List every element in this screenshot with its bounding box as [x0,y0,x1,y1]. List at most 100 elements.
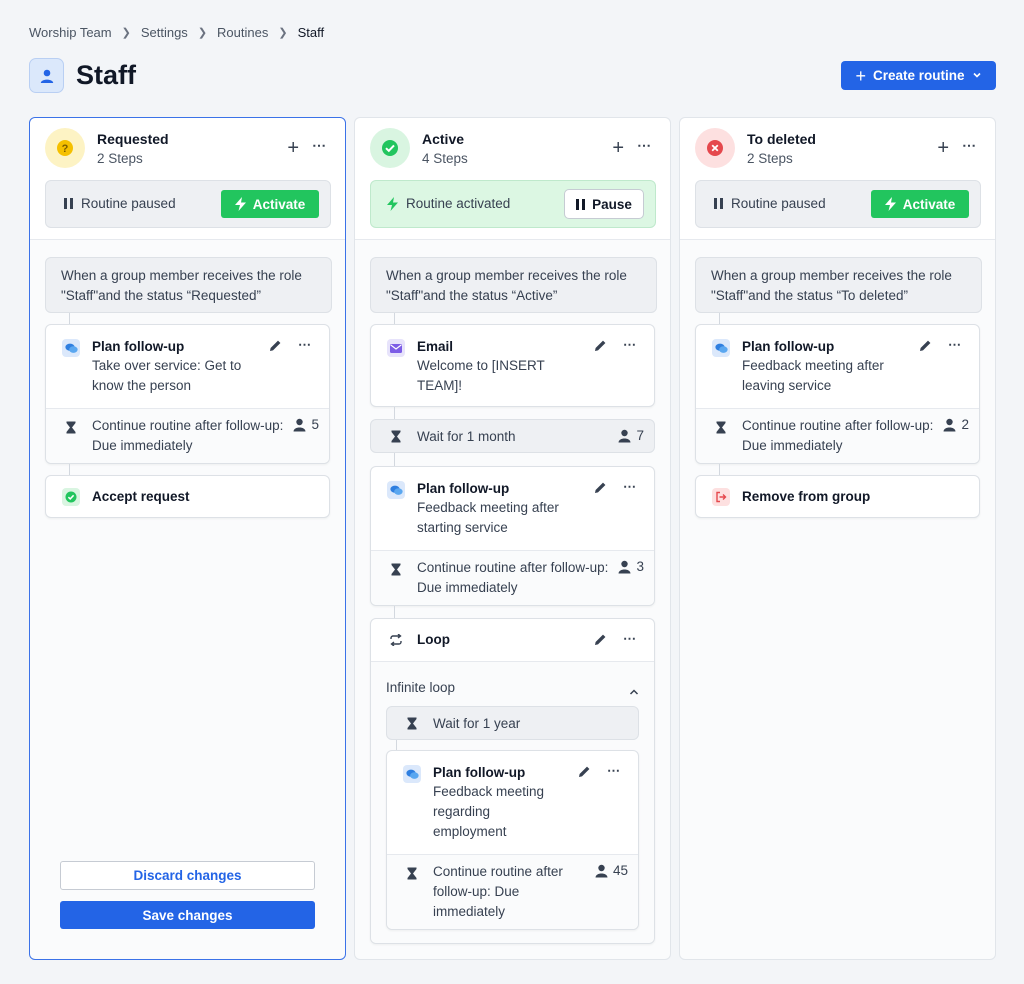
breadcrumb-worship-team[interactable]: Worship Team [29,25,112,40]
pencil-icon[interactable] [594,633,607,651]
column-to-deleted: To deleted 2 Steps + ⋯ Routine paused Ac… [679,117,996,960]
activate-label: Activate [252,196,306,212]
more-icon[interactable]: ⋯ [312,137,327,154]
routine-status-bar: Routine paused Activate [45,180,331,228]
step-description: Welcome to [INSERT TEAM]! [417,358,545,393]
breadcrumb: Worship Team ❯ Settings ❯ Routines ❯ Sta… [29,25,324,40]
breadcrumb-settings[interactable]: Settings [141,25,188,40]
continue-row: Continue routine after follow-up: Due im… [696,408,979,463]
step-description: Feedback meeting after starting service [417,500,559,535]
add-step-icon[interactable]: + [937,138,949,158]
pencil-icon[interactable] [578,765,591,783]
hourglass-icon [66,421,76,439]
step-title: Accept request [92,489,190,504]
pencil-icon[interactable] [919,339,932,357]
discard-changes-button[interactable]: Discard changes [60,861,315,890]
more-icon[interactable]: ⋯ [948,337,962,353]
bolt-icon [387,196,398,211]
step-card-plan-follow-up[interactable]: Plan follow-up Feedback meeting after st… [370,466,655,606]
chat-icon [712,339,730,357]
activate-button[interactable]: Activate [871,190,969,218]
wait-label: Wait for 1 year [433,716,521,731]
add-step-icon[interactable]: + [287,138,299,158]
pencil-icon[interactable] [594,481,607,499]
more-icon[interactable]: ⋯ [637,137,652,154]
discard-label: Discard changes [133,868,242,883]
routine-status: Routine paused [714,196,826,211]
more-icon[interactable]: ⋯ [623,631,637,647]
more-icon[interactable]: ⋯ [298,337,312,353]
create-routine-button[interactable]: + Create routine [841,61,996,90]
step-title: Loop [417,632,450,647]
person-icon [943,418,956,431]
column-header: ? Requested 2 Steps + ⋯ Routine paused A… [30,118,345,240]
continue-text: Continue routine after follow-up: Due im… [417,560,609,595]
step-card-remove-from-group[interactable]: Remove from group [695,475,980,518]
envelope-icon [387,339,405,357]
hourglass-icon [407,717,417,735]
continue-text: Continue routine after follow-up: Due im… [92,418,284,453]
add-step-icon[interactable]: + [612,138,624,158]
question-icon: ? [57,140,73,156]
x-icon [707,140,723,156]
wait-label: Wait for 1 month [417,429,516,444]
chevron-right-icon: ❯ [278,27,288,39]
plus-icon: + [855,65,866,86]
breadcrumb-routines[interactable]: Routines [217,25,268,40]
save-changes-button[interactable]: Save changes [60,901,315,929]
person-icon [618,429,631,442]
chevron-right-icon: ❯ [197,27,208,39]
pause-icon [64,198,73,209]
column-requested: ? Requested 2 Steps + ⋯ Routine paused A… [29,117,346,960]
status-requested-badge: ? [45,128,85,168]
more-icon[interactable]: ⋯ [607,763,621,779]
more-icon[interactable]: ⋯ [623,337,637,353]
step-title: Plan follow-up [742,339,835,354]
step-card-plan-follow-up[interactable]: Plan follow-up Take over service: Get to… [45,324,330,464]
step-card-accept-request[interactable]: Accept request [45,475,330,518]
check-icon [382,140,398,156]
user-icon [29,58,64,93]
hourglass-icon [391,563,401,581]
page-title: Staff [76,60,136,90]
loop-mode-label: Infinite loop [386,680,456,695]
create-routine-label: Create routine [872,68,965,83]
pause-button[interactable]: Pause [564,189,644,219]
column-steps: 2 Steps [97,151,143,166]
person-icon [595,864,608,877]
wait-step[interactable]: Wait for 1 month 7 [370,419,655,453]
column-steps: 4 Steps [422,151,468,166]
chevron-up-icon[interactable] [629,683,639,701]
activate-label: Activate [902,196,956,212]
pencil-icon[interactable] [269,339,282,357]
chat-icon [62,339,80,357]
routine-status-label: Routine paused [731,196,826,211]
save-label: Save changes [142,907,233,923]
repeat-icon [387,631,405,649]
step-card-plan-follow-up[interactable]: Plan follow-up Feedback meeting after le… [695,324,980,464]
pause-icon [576,198,586,210]
column-title: Requested [97,131,169,147]
step-title: Email [417,339,454,354]
step-card-email[interactable]: Email Welcome to [INSERT TEAM]! ⋯ [370,324,655,407]
hourglass-icon [716,421,726,439]
more-icon[interactable]: ⋯ [962,137,977,154]
continue-row: Continue routine after follow-up: Due im… [46,408,329,463]
trigger-text: When a group member receives the role "S… [61,268,302,303]
count-value: 3 [636,559,644,574]
wait-step[interactable]: Wait for 1 year [386,706,639,740]
more-icon[interactable]: ⋯ [623,479,637,495]
step-title: Remove from group [742,489,871,504]
activate-button[interactable]: Activate [221,190,319,218]
bolt-icon [884,197,896,211]
pause-icon [714,198,723,209]
step-card-plan-follow-up[interactable]: Plan follow-up Feedback meeting regardin… [386,750,639,930]
check-circle-icon [62,488,80,506]
pencil-icon[interactable] [594,339,607,357]
hourglass-icon [407,867,417,885]
step-card-loop[interactable]: Loop ⋯ Infinite loop Wait for 1 year Pla… [370,618,655,944]
column-header: Active 4 Steps + ⋯ Routine activated Pau… [355,118,670,240]
column-title: To deleted [747,131,816,147]
step-title: Plan follow-up [92,339,185,354]
chevron-right-icon: ❯ [121,27,131,39]
